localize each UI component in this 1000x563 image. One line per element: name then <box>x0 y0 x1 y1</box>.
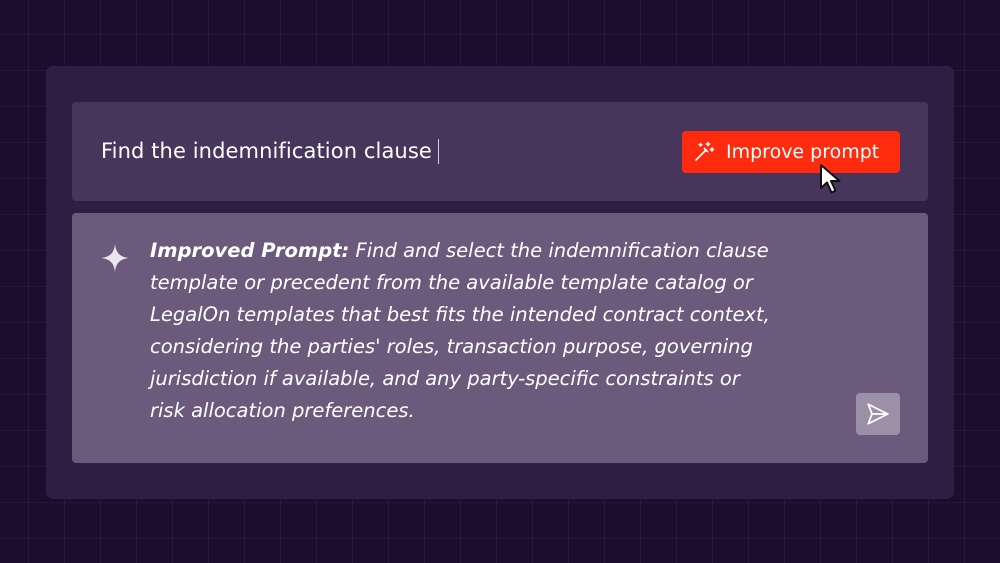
improved-prompt-card: Improved Prompt: Find and select the ind… <box>72 213 928 463</box>
magic-wand-icon <box>692 140 716 164</box>
prompt-panel: Find the indemnification clause Improve … <box>46 66 954 499</box>
mouse-pointer-icon <box>818 163 846 195</box>
prompt-input[interactable]: Find the indemnification clause <box>101 138 440 164</box>
improved-prompt-label: Improved Prompt: <box>150 239 350 262</box>
improve-prompt-label: Improve prompt <box>726 141 880 163</box>
improved-prompt-text: Improved Prompt: Find and select the ind… <box>150 235 880 427</box>
send-button[interactable] <box>856 393 900 435</box>
prompt-input-text: Find the indemnification clause <box>101 139 432 163</box>
sparkle-icon <box>100 243 130 273</box>
improved-prompt-body: Find and select the indemnification clau… <box>150 239 770 422</box>
prompt-input-bar[interactable]: Find the indemnification clause Improve … <box>72 102 928 201</box>
send-icon <box>865 401 891 427</box>
text-caret <box>437 139 440 164</box>
improve-prompt-button[interactable]: Improve prompt <box>682 131 900 173</box>
